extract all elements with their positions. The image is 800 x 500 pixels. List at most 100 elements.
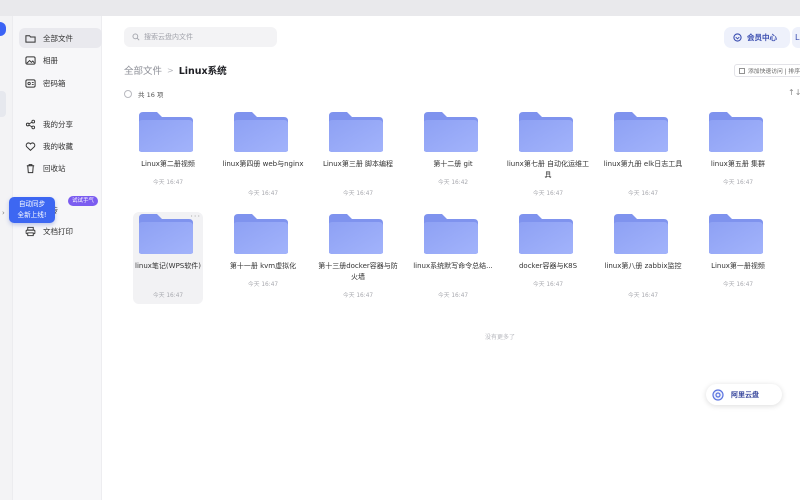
folder-card[interactable]: linux第九册 elk日志工具 今天 16:47 <box>604 110 682 202</box>
folder-time: 今天 16:47 <box>247 191 279 197</box>
user-menu-button[interactable]: L <box>792 27 800 48</box>
folder-name: linux第八册 zabbix监控 <box>604 262 682 270</box>
auto-sync-subtitle: 全新上线! <box>17 211 47 219</box>
sidebar-item-my-shares[interactable]: 我的分享 <box>19 114 102 134</box>
folder-icon <box>329 214 383 254</box>
chevron-right-icon[interactable]: › <box>2 209 5 217</box>
folder-time: 今天 16:47 <box>152 180 184 186</box>
folder-icon <box>25 34 36 43</box>
search-box[interactable]: 搜索云盘内文件 <box>124 27 277 47</box>
quick-access-button[interactable]: 添加快速访问 | 排序 <box>734 64 800 77</box>
folder-icon <box>234 214 288 254</box>
more-options-icon[interactable]: ··· <box>190 213 201 221</box>
folder-name: Linux第二册视频 <box>141 160 195 168</box>
folder-name: Linux第三册 脚本编程 <box>322 160 394 168</box>
vip-icon <box>733 33 742 42</box>
auto-sync-tooltip[interactable]: 自动同步 全新上线! <box>9 197 55 223</box>
folder-card[interactable]: 第十二册 git 今天 16:42 <box>418 110 488 202</box>
folder-icon <box>139 112 193 152</box>
folder-time: 今天 16:47 <box>532 191 564 197</box>
photo-icon <box>25 55 36 65</box>
sort-icon[interactable]: ↑↓ <box>788 88 800 97</box>
sidebar-item-label: 文档打印 <box>43 226 73 236</box>
folder-time: 今天 16:47 <box>722 180 754 186</box>
folder-name: Linux第一册视频 <box>711 262 765 270</box>
folder-name: linux系统默写命令总结... <box>413 262 493 270</box>
folder-name: 第十一册 kvm虚拟化 <box>229 262 297 270</box>
breadcrumb: 全部文件 > Linux系统 <box>124 63 227 78</box>
sidebar-item-label: 相册 <box>43 55 58 65</box>
sidebar-item-print[interactable]: 文档打印 <box>19 221 102 241</box>
folder-name: 第十三册docker容器与防火墙 <box>318 262 398 281</box>
folder-name: linux第五册 集群 <box>710 160 766 168</box>
quick-access-label: 添加快速访问 | 排序 <box>748 69 800 75</box>
vip-center-label: 会员中心 <box>747 33 777 42</box>
folder-time: 今天 16:47 <box>247 282 279 288</box>
folder-card[interactable]: Linux第一册视频 今天 16:47 <box>703 212 773 304</box>
folder-time: 今天 16:47 <box>627 191 659 197</box>
folder-time: 今天 16:47 <box>437 293 469 299</box>
sidebar-item-all-files[interactable]: 全部文件 <box>19 28 102 48</box>
search-icon <box>132 33 140 41</box>
folder-name: linux笔记(WPS软件) <box>135 262 201 270</box>
sidebar-item-recycle-bin[interactable]: 回收站 <box>19 158 102 178</box>
folder-icon <box>329 112 383 152</box>
folder-icon <box>519 112 573 152</box>
share-icon <box>25 119 36 129</box>
folder-name: 第十二册 git <box>433 160 473 168</box>
sidebar-item-label: 全部文件 <box>43 33 73 43</box>
sidebar-item-label: 我的收藏 <box>43 141 73 151</box>
folder-card[interactable]: linux第八册 zabbix监控 今天 16:47 <box>604 212 682 304</box>
sidebar-item-label: 回收站 <box>43 163 66 173</box>
folder-card[interactable]: 第十一册 kvm虚拟化 今天 16:47 <box>228 212 298 304</box>
folder-icon <box>234 112 288 152</box>
select-all-checkbox[interactable] <box>124 90 132 98</box>
app-logo[interactable] <box>0 22 6 36</box>
folder-icon <box>709 214 763 254</box>
folder-card[interactable]: 第十三册docker容器与防火墙今天 16:47 <box>318 212 398 304</box>
folder-card[interactable]: linux笔记(WPS软件) 今天 16:47 ··· <box>133 212 203 304</box>
rail-active-indicator <box>0 91 6 117</box>
heart-icon <box>25 141 36 151</box>
sidebar-item-photos[interactable]: 相册 <box>19 50 102 70</box>
folder-icon <box>614 112 668 152</box>
folder-time: 今天 16:42 <box>437 180 469 186</box>
folder-name: linux第四册 web与nginx <box>222 160 304 168</box>
try-badge[interactable]: 试试手气 <box>68 196 99 206</box>
folder-card[interactable]: linux系统默写命令总结... 今天 16:47 <box>413 212 493 304</box>
folder-icon <box>519 214 573 254</box>
sidebar-item-safe[interactable]: 密码箱 <box>19 73 102 93</box>
safe-icon <box>25 78 36 88</box>
end-of-list-text: 没有更多了 <box>484 334 515 341</box>
folder-icon <box>424 112 478 152</box>
folder-card[interactable]: Linux第二册视频 今天 16:47 <box>133 110 203 202</box>
item-count-label: 共 16 项 <box>138 91 164 99</box>
breadcrumb-separator: > <box>167 65 174 75</box>
breadcrumb-current: Linux系统 <box>178 66 227 77</box>
folder-name: linux第九册 elk日志工具 <box>603 160 683 168</box>
folder-name: liunx第七册 自动化运维工具 <box>506 160 590 179</box>
folder-time: 今天 16:47 <box>342 293 374 299</box>
folder-card[interactable]: linux第五册 集群 今天 16:47 <box>703 110 773 202</box>
folder-icon <box>139 214 193 254</box>
printer-icon <box>25 226 36 236</box>
folder-icon <box>424 214 478 254</box>
folder-name: docker容器与K8S <box>518 262 578 270</box>
auto-sync-title: 自动同步 <box>18 200 46 208</box>
sidebar-item-favorites[interactable]: 我的收藏 <box>19 136 102 156</box>
cloud-logo-icon <box>712 388 724 401</box>
vip-center-button[interactable]: 会员中心 <box>724 27 790 48</box>
search-input[interactable]: 搜索云盘内文件 <box>144 32 193 42</box>
folder-card[interactable]: docker容器与K8S 今天 16:47 <box>513 212 583 304</box>
folder-card[interactable]: liunx第七册 自动化运维工具今天 16:47 <box>507 110 589 202</box>
breadcrumb-root[interactable]: 全部文件 <box>124 63 162 77</box>
aliyun-drive-button[interactable]: 阿里云盘 <box>706 384 782 405</box>
folder-card[interactable]: linux第四册 web与nginx 今天 16:47 <box>222 110 304 202</box>
bookmark-icon <box>739 67 745 74</box>
folder-time: 今天 16:47 <box>342 191 374 197</box>
folder-time: 今天 16:47 <box>152 293 184 299</box>
aliyun-drive-label: 阿里云盘 <box>731 390 759 399</box>
sidebar-item-label: 我的分享 <box>43 119 73 129</box>
app-rail: › <box>0 16 13 500</box>
folder-card[interactable]: Linux第三册 脚本编程 今天 16:47 <box>323 110 393 202</box>
